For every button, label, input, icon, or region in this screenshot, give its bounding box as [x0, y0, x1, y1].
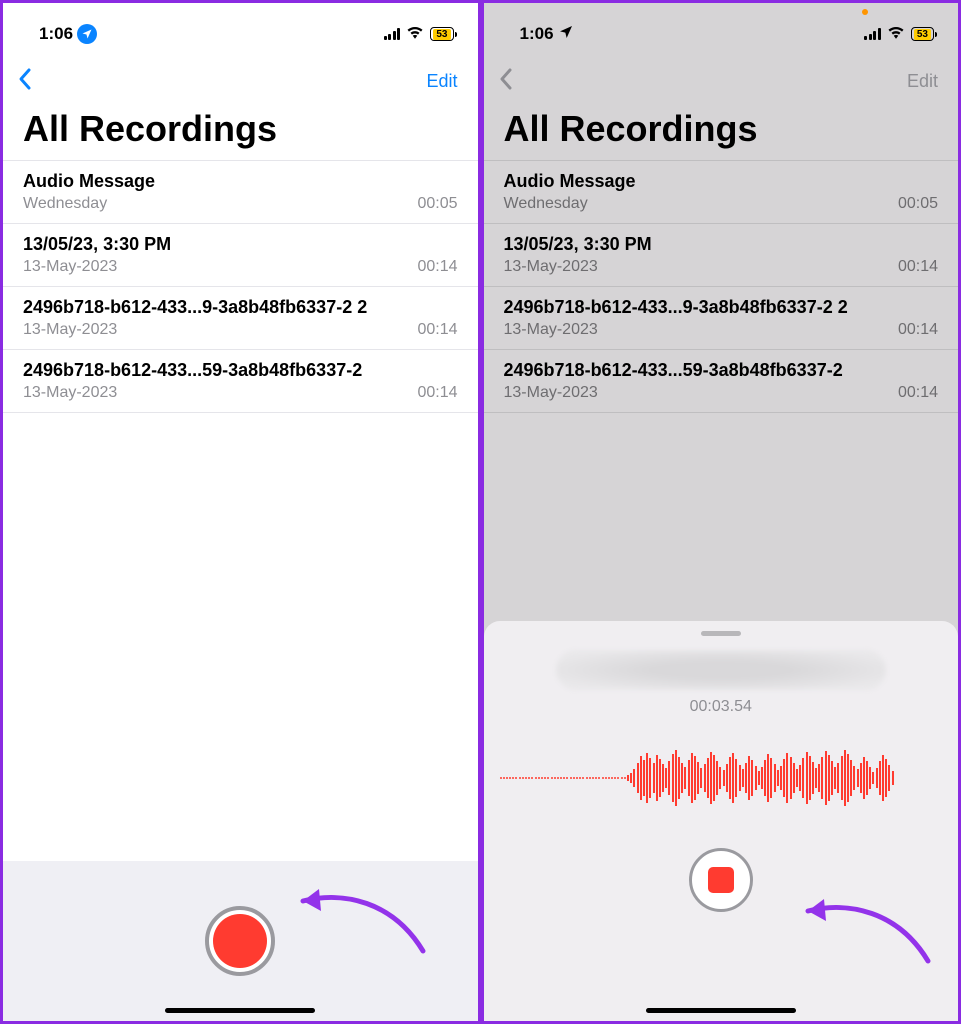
record-button[interactable]: [205, 906, 275, 976]
recording-date: Wednesday: [504, 195, 588, 213]
status-time: 1:06: [39, 24, 73, 44]
recording-duration: 00:14: [417, 321, 457, 339]
recording-duration: 00:14: [417, 384, 457, 402]
recording-timer: 00:03.54: [484, 698, 959, 716]
recording-date: Wednesday: [23, 195, 107, 213]
recording-row[interactable]: Audio Message Wednesday 00:05: [3, 161, 478, 224]
phone-screenshot-left: 1:06 53 Edit All Recordings Audio Messag…: [0, 0, 481, 1024]
nav-bar: Edit: [484, 55, 959, 106]
recording-row[interactable]: 2496b718-b612-433...59-3a8b48fb6337-2 13…: [484, 350, 959, 413]
recording-date: 13-May-2023: [504, 384, 598, 402]
recording-name-redacted: [556, 650, 886, 690]
recording-title: 2496b718-b612-433...59-3a8b48fb6337-2: [504, 360, 939, 381]
nav-bar: Edit: [3, 55, 478, 106]
recording-title: 2496b718-b612-433...9-3a8b48fb6337-2 2: [504, 297, 939, 318]
stop-button[interactable]: [689, 848, 753, 912]
wifi-icon: [887, 24, 905, 44]
page-title: All Recordings: [3, 106, 478, 160]
recording-date: 13-May-2023: [504, 321, 598, 339]
recording-date: 13-May-2023: [504, 258, 598, 276]
recording-title: 2496b718-b612-433...9-3a8b48fb6337-2 2: [23, 297, 458, 318]
recording-panel[interactable]: 00:03.54: [484, 621, 959, 1021]
recordings-list: Audio Message Wednesday 00:05 13/05/23, …: [484, 160, 959, 413]
recording-title: 13/05/23, 3:30 PM: [504, 234, 939, 255]
home-indicator[interactable]: [165, 1008, 315, 1013]
recording-duration: 00:14: [898, 258, 938, 276]
recording-row[interactable]: 2496b718-b612-433...9-3a8b48fb6337-2 2 1…: [3, 287, 478, 350]
recording-date: 13-May-2023: [23, 384, 117, 402]
recording-duration: 00:14: [898, 321, 938, 339]
status-bar: 1:06 53: [484, 3, 959, 55]
recording-duration: 00:05: [898, 195, 938, 213]
cellular-signal-icon: [384, 28, 401, 40]
recording-title: 13/05/23, 3:30 PM: [23, 234, 458, 255]
recordings-list: Audio Message Wednesday 00:05 13/05/23, …: [3, 160, 478, 413]
recording-row[interactable]: 2496b718-b612-433...9-3a8b48fb6337-2 2 1…: [484, 287, 959, 350]
stop-icon: [708, 867, 734, 893]
recording-title: Audio Message: [504, 171, 939, 192]
record-toolbar: [3, 861, 478, 1021]
wifi-icon: [406, 24, 424, 44]
recording-duration: 00:14: [417, 258, 457, 276]
battery-level: 53: [433, 29, 450, 40]
recording-duration: 00:14: [898, 384, 938, 402]
battery-level: 53: [914, 29, 931, 40]
status-time: 1:06: [520, 24, 554, 44]
battery-icon: 53: [430, 27, 453, 41]
waveform[interactable]: [500, 738, 943, 818]
recording-row[interactable]: Audio Message Wednesday 00:05: [484, 161, 959, 224]
record-icon: [213, 914, 267, 968]
cellular-signal-icon: [864, 28, 881, 40]
recording-date: 13-May-2023: [23, 258, 117, 276]
privacy-indicator-dot: [862, 9, 868, 15]
home-indicator[interactable]: [646, 1008, 796, 1013]
edit-button[interactable]: Edit: [426, 71, 457, 92]
page-title: All Recordings: [484, 106, 959, 160]
recording-duration: 00:05: [417, 195, 457, 213]
location-icon: [77, 24, 97, 44]
back-button[interactable]: [17, 67, 33, 96]
recording-title: 2496b718-b612-433...59-3a8b48fb6337-2: [23, 360, 458, 381]
recording-row[interactable]: 2496b718-b612-433...59-3a8b48fb6337-2 13…: [3, 350, 478, 413]
recording-row[interactable]: 13/05/23, 3:30 PM 13-May-2023 00:14: [484, 224, 959, 287]
panel-grabber[interactable]: [701, 631, 741, 636]
location-icon: [558, 24, 574, 45]
recording-title: Audio Message: [23, 171, 458, 192]
phone-screenshot-right: 1:06 53 Edit All Recordings Audio Messag…: [481, 0, 961, 1024]
recording-date: 13-May-2023: [23, 321, 117, 339]
status-bar: 1:06 53: [3, 3, 478, 55]
battery-icon: 53: [911, 27, 934, 41]
edit-button[interactable]: Edit: [907, 71, 938, 92]
recording-row[interactable]: 13/05/23, 3:30 PM 13-May-2023 00:14: [3, 224, 478, 287]
back-button[interactable]: [498, 67, 514, 96]
